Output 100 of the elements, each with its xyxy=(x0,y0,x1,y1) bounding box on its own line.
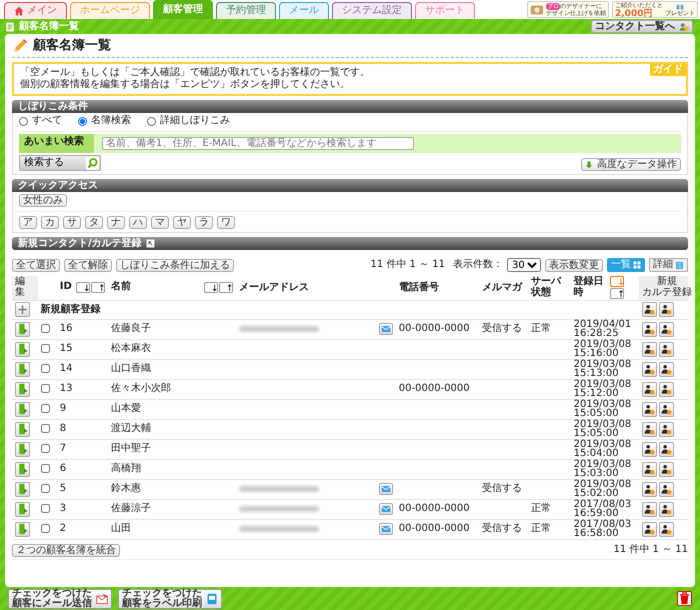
nav-tab[interactable]: 予約管理 xyxy=(216,2,276,19)
search-field[interactable]: 名前、備考1、住所、E-MAIL、電話番号などから検索します xyxy=(102,137,414,150)
kana-button[interactable]: ナ xyxy=(107,216,125,229)
new-chart-button[interactable] xyxy=(658,482,674,496)
toolbar-button[interactable]: しぼりこみ条件に加える xyxy=(116,258,234,272)
kana-button[interactable]: ヤ xyxy=(173,216,191,229)
mail-icon xyxy=(380,504,391,514)
new-chart-button[interactable] xyxy=(658,342,674,356)
kana-button[interactable]: サ xyxy=(63,216,81,229)
search-button[interactable]: 検索する xyxy=(19,155,101,171)
new-chart-button[interactable] xyxy=(658,422,674,436)
row-checkbox[interactable] xyxy=(40,404,50,413)
radio-button[interactable] xyxy=(147,116,156,126)
edit-button[interactable] xyxy=(15,462,30,476)
new-chart-button[interactable] xyxy=(658,442,674,456)
edit-button[interactable] xyxy=(15,382,30,396)
new-chart-button[interactable] xyxy=(642,502,657,516)
new-chart-button[interactable] xyxy=(658,462,674,476)
date-cell: 2017/08/03 16:59:00 xyxy=(574,500,632,518)
radio-label[interactable]: 名簿検索 xyxy=(91,115,131,127)
radio-label[interactable]: 詳細しぼりこみ xyxy=(160,115,230,127)
bulk-action-button[interactable]: チェックをつけた 顧客にメール送信 xyxy=(8,588,112,608)
sort-button[interactable]: ↓ xyxy=(76,282,90,293)
send-mail-button[interactable] xyxy=(378,503,393,515)
kana-button[interactable]: マ xyxy=(151,216,169,229)
edit-button[interactable] xyxy=(15,482,30,496)
column-header: サーバ 状態 xyxy=(531,277,561,298)
edit-button[interactable] xyxy=(15,362,30,376)
sort-button[interactable]: ↑ xyxy=(218,282,233,293)
kana-button[interactable]: ワ xyxy=(217,216,235,229)
row-checkbox[interactable] xyxy=(40,344,50,353)
new-chart-button[interactable] xyxy=(642,422,657,436)
sort-button[interactable]: ↓ xyxy=(204,282,218,293)
new-chart-button[interactable] xyxy=(642,442,657,456)
document-icon xyxy=(5,22,15,32)
add-customer-button[interactable] xyxy=(15,302,30,317)
phone-cell: 00-0000-0000 xyxy=(398,323,470,334)
row-checkbox[interactable] xyxy=(40,424,50,433)
filter-button[interactable]: 女性のみ xyxy=(19,194,67,207)
new-chart-button[interactable] xyxy=(642,522,657,536)
row-checkbox[interactable] xyxy=(40,364,50,373)
server-status-cell: 正常 xyxy=(531,503,551,514)
kana-button[interactable]: タ xyxy=(85,216,103,229)
sort-button[interactable]: ↑ xyxy=(610,288,624,299)
radio-button[interactable] xyxy=(78,116,87,126)
new-chart-button[interactable] xyxy=(658,502,674,516)
merge-button[interactable]: ２つの顧客名簿を統合 xyxy=(12,544,120,556)
new-chart-button[interactable] xyxy=(658,322,674,336)
kana-button[interactable]: ハ xyxy=(129,216,147,229)
kana-button[interactable]: ラ xyxy=(195,216,213,229)
sort-button[interactable]: ↑ xyxy=(90,282,105,293)
edit-button[interactable] xyxy=(15,422,30,436)
kana-button[interactable]: カ xyxy=(41,216,59,229)
new-chart-button[interactable] xyxy=(642,462,657,476)
new-chart-button[interactable] xyxy=(642,342,657,356)
name-cell: 高橋翔 xyxy=(110,463,141,474)
nav-tab[interactable]: メイン xyxy=(4,2,67,19)
edit-button[interactable] xyxy=(15,522,30,536)
new-chart-button[interactable] xyxy=(658,522,674,536)
new-chart-button[interactable] xyxy=(658,362,674,376)
row-checkbox[interactable] xyxy=(40,324,50,333)
contact-list-button[interactable]: コンタクト一覧へ xyxy=(591,20,693,33)
new-chart-button[interactable] xyxy=(642,402,657,416)
new-chart-button[interactable] xyxy=(642,322,657,336)
kana-button[interactable]: ア xyxy=(19,216,37,229)
toolbar-button[interactable]: 全て選択 xyxy=(12,258,60,272)
new-chart-button[interactable] xyxy=(642,482,657,496)
row-checkbox[interactable] xyxy=(40,484,50,493)
row-checkbox[interactable] xyxy=(40,524,50,533)
new-chart-button[interactable] xyxy=(642,382,657,396)
view-toggle[interactable]: 詳細 xyxy=(649,258,688,272)
send-mail-button[interactable] xyxy=(378,323,393,335)
newsletter-cell: 受信する xyxy=(482,523,522,534)
new-chart-button[interactable] xyxy=(658,402,674,416)
radio-label[interactable]: すべて xyxy=(32,115,62,127)
phone-cell: 00-0000-0000 xyxy=(398,383,470,394)
toolbar-button[interactable]: 全て解除 xyxy=(64,258,112,272)
new-chart-button[interactable] xyxy=(658,302,674,317)
per-page-button[interactable]: 表示数変更 xyxy=(545,258,603,272)
edit-button[interactable] xyxy=(15,402,30,416)
row-checkbox[interactable] xyxy=(40,464,50,473)
radio-button[interactable] xyxy=(19,116,28,126)
guide-text: 「空メール」もしくは「ご本人確認」で確認が取れているお客様の一覧です。 xyxy=(20,67,370,78)
edit-button[interactable] xyxy=(15,502,30,516)
new-chart-button[interactable] xyxy=(642,362,657,376)
advanced-data-button[interactable]: 高度なデータ操作 xyxy=(581,158,681,171)
row-checkbox[interactable] xyxy=(40,444,50,453)
edit-button[interactable] xyxy=(15,442,30,456)
nav-tab[interactable]: システム設定 xyxy=(332,2,412,19)
new-chart-button[interactable] xyxy=(658,382,674,396)
row-checkbox[interactable] xyxy=(40,384,50,393)
row-checkbox[interactable] xyxy=(40,504,50,513)
edit-button[interactable] xyxy=(15,342,30,356)
edit-button[interactable] xyxy=(15,322,30,336)
delete-button[interactable] xyxy=(677,591,692,606)
new-chart-button[interactable] xyxy=(642,302,657,317)
bulk-action-button[interactable]: チェックをつけた 顧客をラベル印刷 xyxy=(118,588,222,608)
per-page-select[interactable]: 30 xyxy=(507,258,541,272)
send-mail-button[interactable] xyxy=(378,523,393,535)
send-mail-button[interactable] xyxy=(378,483,393,495)
